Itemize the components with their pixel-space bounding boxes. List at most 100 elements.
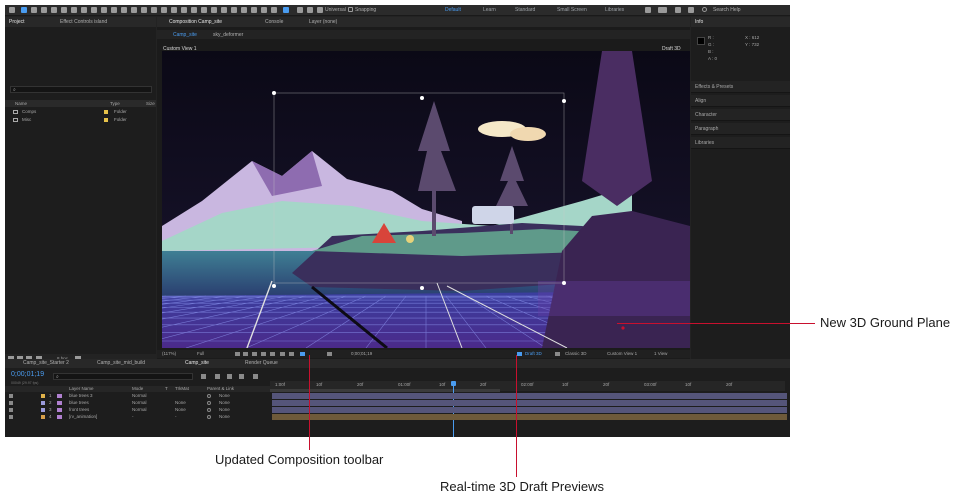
visibility-eye-icon[interactable]: [9, 415, 13, 419]
layer-name[interactable]: [rv_animation]: [69, 414, 97, 419]
snapping-checkbox[interactable]: [348, 7, 353, 12]
color-management-icon[interactable]: [289, 352, 294, 356]
tab-camp-site-starter[interactable]: Camp_site_Starter 2: [23, 360, 69, 366]
zoom-tool-icon[interactable]: [41, 7, 47, 13]
scale-gizmo-icon[interactable]: [307, 7, 313, 13]
shape-tool-icon[interactable]: [211, 7, 217, 13]
fill-tool-icon[interactable]: [221, 7, 227, 13]
workspace-libraries[interactable]: Libraries: [605, 7, 624, 13]
orbit-tool-icon[interactable]: [51, 7, 57, 13]
transparency-icon[interactable]: [243, 352, 248, 356]
pan-tool-icon[interactable]: [61, 7, 67, 13]
col-type[interactable]: Type: [110, 101, 120, 106]
panel-character[interactable]: Character: [691, 109, 790, 121]
draft3d-toggle[interactable]: Draft 3D: [525, 351, 542, 356]
tab-layer[interactable]: Layer (none): [309, 19, 337, 25]
rectangle-tool-icon[interactable]: [111, 7, 117, 13]
parent-dropdown[interactable]: None: [219, 400, 230, 405]
list-item[interactable]: Comps Folder: [8, 109, 156, 115]
parent-dropdown[interactable]: None: [219, 414, 230, 419]
project-search-input[interactable]: ⌕: [10, 86, 152, 93]
label-color-icon[interactable]: [41, 415, 45, 419]
col-layer-name[interactable]: Layer Name: [69, 386, 94, 391]
handle-bm[interactable]: [420, 286, 424, 290]
zoom-dropdown[interactable]: (117%): [162, 351, 176, 356]
renderer-icon[interactable]: [555, 352, 560, 356]
rotate-tool-icon[interactable]: [81, 7, 87, 13]
label-color-icon[interactable]: [41, 401, 45, 405]
frame-icon[interactable]: [688, 7, 694, 13]
snapping-label[interactable]: Snapping: [355, 7, 376, 13]
handle-tm[interactable]: [420, 96, 424, 100]
timeline-search-input[interactable]: ⌕: [53, 373, 193, 380]
search-help-input[interactable]: Search Help: [713, 7, 741, 13]
trkmat-dropdown[interactable]: None: [175, 407, 186, 412]
blend-mode-dropdown[interactable]: Normal: [132, 400, 147, 405]
col-parent[interactable]: Parent & Link: [207, 386, 234, 391]
universal-label[interactable]: Universal: [325, 7, 346, 13]
home-icon[interactable]: [9, 7, 15, 13]
handle-bl[interactable]: [272, 284, 276, 288]
roto-tool-icon[interactable]: [171, 7, 177, 13]
renderer-dropdown[interactable]: Classic 3D: [565, 351, 587, 356]
puppet-tool-icon[interactable]: [181, 7, 187, 13]
exposure-icon[interactable]: [280, 352, 285, 356]
selection-tool-icon[interactable]: [21, 7, 27, 13]
shy-layers-icon[interactable]: [215, 374, 220, 379]
clone-tool-icon[interactable]: [151, 7, 157, 13]
view-toggle-icon[interactable]: [658, 7, 667, 13]
label-color-icon[interactable]: [41, 394, 45, 398]
workspace-standard[interactable]: Standard: [515, 7, 535, 13]
col-size[interactable]: Size: [146, 101, 155, 106]
composition-viewer[interactable]: [162, 51, 690, 348]
subtab-sky-deformer[interactable]: sky_deformer: [213, 32, 243, 38]
work-area-bar[interactable]: [270, 389, 500, 392]
pickwhip-icon[interactable]: [207, 415, 211, 419]
blend-mode-dropdown[interactable]: -: [132, 414, 134, 419]
workspace-default[interactable]: Default: [445, 7, 461, 13]
pin-tool-icon[interactable]: [191, 7, 197, 13]
mask-icon[interactable]: [252, 352, 257, 356]
pin-tool-2-icon[interactable]: [251, 7, 257, 13]
trkmat-dropdown[interactable]: -: [175, 414, 177, 419]
brush-tool-icon[interactable]: [141, 7, 147, 13]
text-tool-icon[interactable]: [131, 7, 137, 13]
wand-tool-icon[interactable]: [231, 7, 237, 13]
tab-composition[interactable]: Composition Camp_site: [169, 19, 222, 25]
pen-tool-icon[interactable]: [121, 7, 127, 13]
layer-duration-bar[interactable]: [272, 414, 787, 420]
col-mode[interactable]: Mode: [132, 386, 143, 391]
pickwhip-icon[interactable]: [207, 394, 211, 398]
layer-name[interactable]: blue trees: [69, 400, 89, 405]
rotate-gizmo-icon[interactable]: [317, 7, 323, 13]
move-gizmo-icon[interactable]: [297, 7, 303, 13]
col-trkmat[interactable]: TrkMat: [175, 386, 189, 391]
channel-icon[interactable]: [270, 352, 275, 356]
handle-br[interactable]: [562, 281, 566, 285]
col-t[interactable]: T: [165, 386, 168, 391]
view-dropdown[interactable]: Custom View 1: [607, 351, 637, 356]
workspace-small-screen[interactable]: Small Screen: [557, 7, 587, 13]
view-layout-dropdown[interactable]: 1 View: [654, 351, 667, 356]
fast-preview-icon[interactable]: [300, 352, 305, 356]
tab-render-queue[interactable]: Render Queue: [245, 360, 278, 366]
label-color-icon[interactable]: [41, 408, 45, 412]
panel-effects-presets[interactable]: Effects & Presets: [691, 81, 790, 93]
list-item[interactable]: Misc Folder: [8, 117, 156, 123]
expand-icon[interactable]: [675, 7, 681, 13]
more-workspaces-icon[interactable]: [645, 7, 651, 13]
universal-mode-icon[interactable]: [283, 7, 289, 13]
snapshot-icon[interactable]: [327, 352, 332, 356]
tab-project[interactable]: Project: [9, 19, 25, 25]
stamp-tool-icon[interactable]: [201, 7, 207, 13]
parent-dropdown[interactable]: None: [219, 393, 230, 398]
hand-tool-icon[interactable]: [31, 7, 37, 13]
comp-mini-flowchart-icon[interactable]: [201, 374, 206, 379]
draft3d-icon[interactable]: [517, 352, 522, 356]
trkmat-dropdown[interactable]: None: [175, 400, 186, 405]
handle-tl[interactable]: [272, 91, 276, 95]
tab-effect-controls[interactable]: Effect Controls island: [60, 19, 107, 25]
dolly-tool-icon[interactable]: [71, 7, 77, 13]
grid-icon[interactable]: [261, 352, 266, 356]
motion-blur-icon[interactable]: [239, 374, 244, 379]
